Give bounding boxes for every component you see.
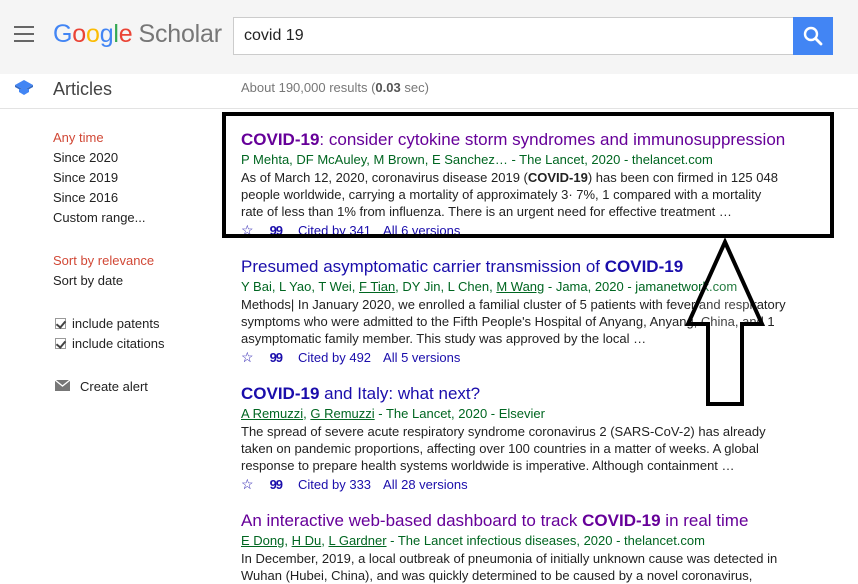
include-citations-checkbox[interactable] (55, 338, 66, 350)
include-patents-label: include patents (72, 316, 160, 331)
result-actions: ☆ 99 Cited by 333 All 28 versions (241, 475, 801, 494)
star-icon[interactable]: ☆ (241, 476, 254, 492)
star-icon[interactable]: ☆ (241, 349, 254, 365)
results-suffix: sec) (400, 80, 429, 95)
author-link[interactable]: F Tian (359, 279, 395, 294)
cited-by-link[interactable]: Cited by 333 (298, 477, 371, 492)
scholar-cap-icon (15, 80, 33, 95)
title-keyword: COVID-19 (604, 257, 684, 276)
hamburger-menu-icon[interactable] (14, 26, 34, 42)
results-time: 0.03 (375, 80, 401, 95)
result-title-link[interactable]: An interactive web-based dashboard to tr… (241, 510, 801, 532)
author-link[interactable]: L Gardner (328, 533, 386, 548)
up-arrow-icon (684, 238, 766, 406)
sort-by-relevance[interactable]: Sort by relevance (53, 251, 154, 271)
authors-text: - The Lancet infectious diseases, 2020 -… (386, 533, 705, 548)
include-citations-option[interactable]: include citations (55, 334, 165, 354)
filter-any-time[interactable]: Any time (53, 128, 104, 148)
author-link[interactable]: M Wang (496, 279, 544, 294)
create-alert-label: Create alert (80, 379, 148, 394)
envelope-icon (54, 379, 71, 392)
title-text: in real time (660, 511, 749, 530)
magnifier-icon (803, 26, 823, 46)
quote-icon[interactable]: 99 (270, 477, 284, 492)
header-divider (0, 108, 858, 109)
logo-scholar-text: Scholar (138, 20, 222, 48)
sort-by-date[interactable]: Sort by date (53, 271, 123, 291)
include-patents-checkbox[interactable] (55, 318, 66, 330)
title-keyword: COVID-19 (582, 511, 661, 530)
logo-letter: e (118, 20, 133, 48)
results-prefix: About 190,000 results ( (241, 80, 376, 95)
result-snippet: The spread of severe acute respiratory s… (241, 424, 766, 473)
author-link[interactable]: A Remuzzi (241, 406, 303, 421)
search-result: An interactive web-based dashboard to tr… (241, 510, 801, 584)
logo-letter: g (99, 20, 114, 48)
author-link[interactable]: E Dong (241, 533, 284, 548)
authors-text: Y Bai, L Yao, T Wei, (241, 279, 360, 294)
result-authors: E Dong, H Du, L Gardner - The Lancet inf… (241, 532, 801, 550)
cited-by-link[interactable]: Cited by 492 (298, 350, 371, 365)
filter-since-2016[interactable]: Since 2016 (53, 188, 118, 208)
create-alert-link[interactable]: Create alert (54, 377, 148, 397)
search-box (233, 17, 793, 55)
google-scholar-logo[interactable]: Google Scholar (53, 19, 222, 49)
authors-text: , DY Jin, L Chen, (395, 279, 497, 294)
author-link[interactable]: G Remuzzi (310, 406, 374, 421)
filter-since-2020[interactable]: Since 2020 (53, 148, 118, 168)
search-input[interactable] (234, 18, 793, 54)
filter-since-2019[interactable]: Since 2019 (53, 168, 118, 188)
author-link[interactable]: H Du (292, 533, 322, 548)
result-snippet: In December, 2019, a local outbreak of p… (241, 551, 778, 583)
include-patents-option[interactable]: include patents (55, 314, 159, 334)
include-citations-label: include citations (72, 336, 165, 351)
title-text: Presumed asymptomatic carrier transmissi… (241, 257, 605, 276)
filter-custom-range[interactable]: Custom range... (53, 208, 146, 228)
logo-letter: o (72, 20, 86, 48)
logo-letter: o (85, 20, 100, 48)
versions-link[interactable]: All 28 versions (383, 477, 468, 492)
logo-letter: G (53, 20, 73, 48)
results-count: About 190,000 results (0.03 sec) (241, 80, 429, 95)
section-label: Articles (53, 79, 113, 99)
authors-text: - The Lancet, 2020 - Elsevier (374, 406, 545, 421)
highlight-box (222, 112, 834, 238)
title-text: and Italy: what next? (319, 384, 481, 403)
quote-icon[interactable]: 99 (270, 350, 284, 365)
title-keyword: COVID-19 (241, 384, 320, 403)
title-text: An interactive web-based dashboard to tr… (241, 511, 583, 530)
authors-text: , (284, 533, 292, 548)
search-button[interactable] (793, 17, 833, 55)
versions-link[interactable]: All 5 versions (383, 350, 460, 365)
